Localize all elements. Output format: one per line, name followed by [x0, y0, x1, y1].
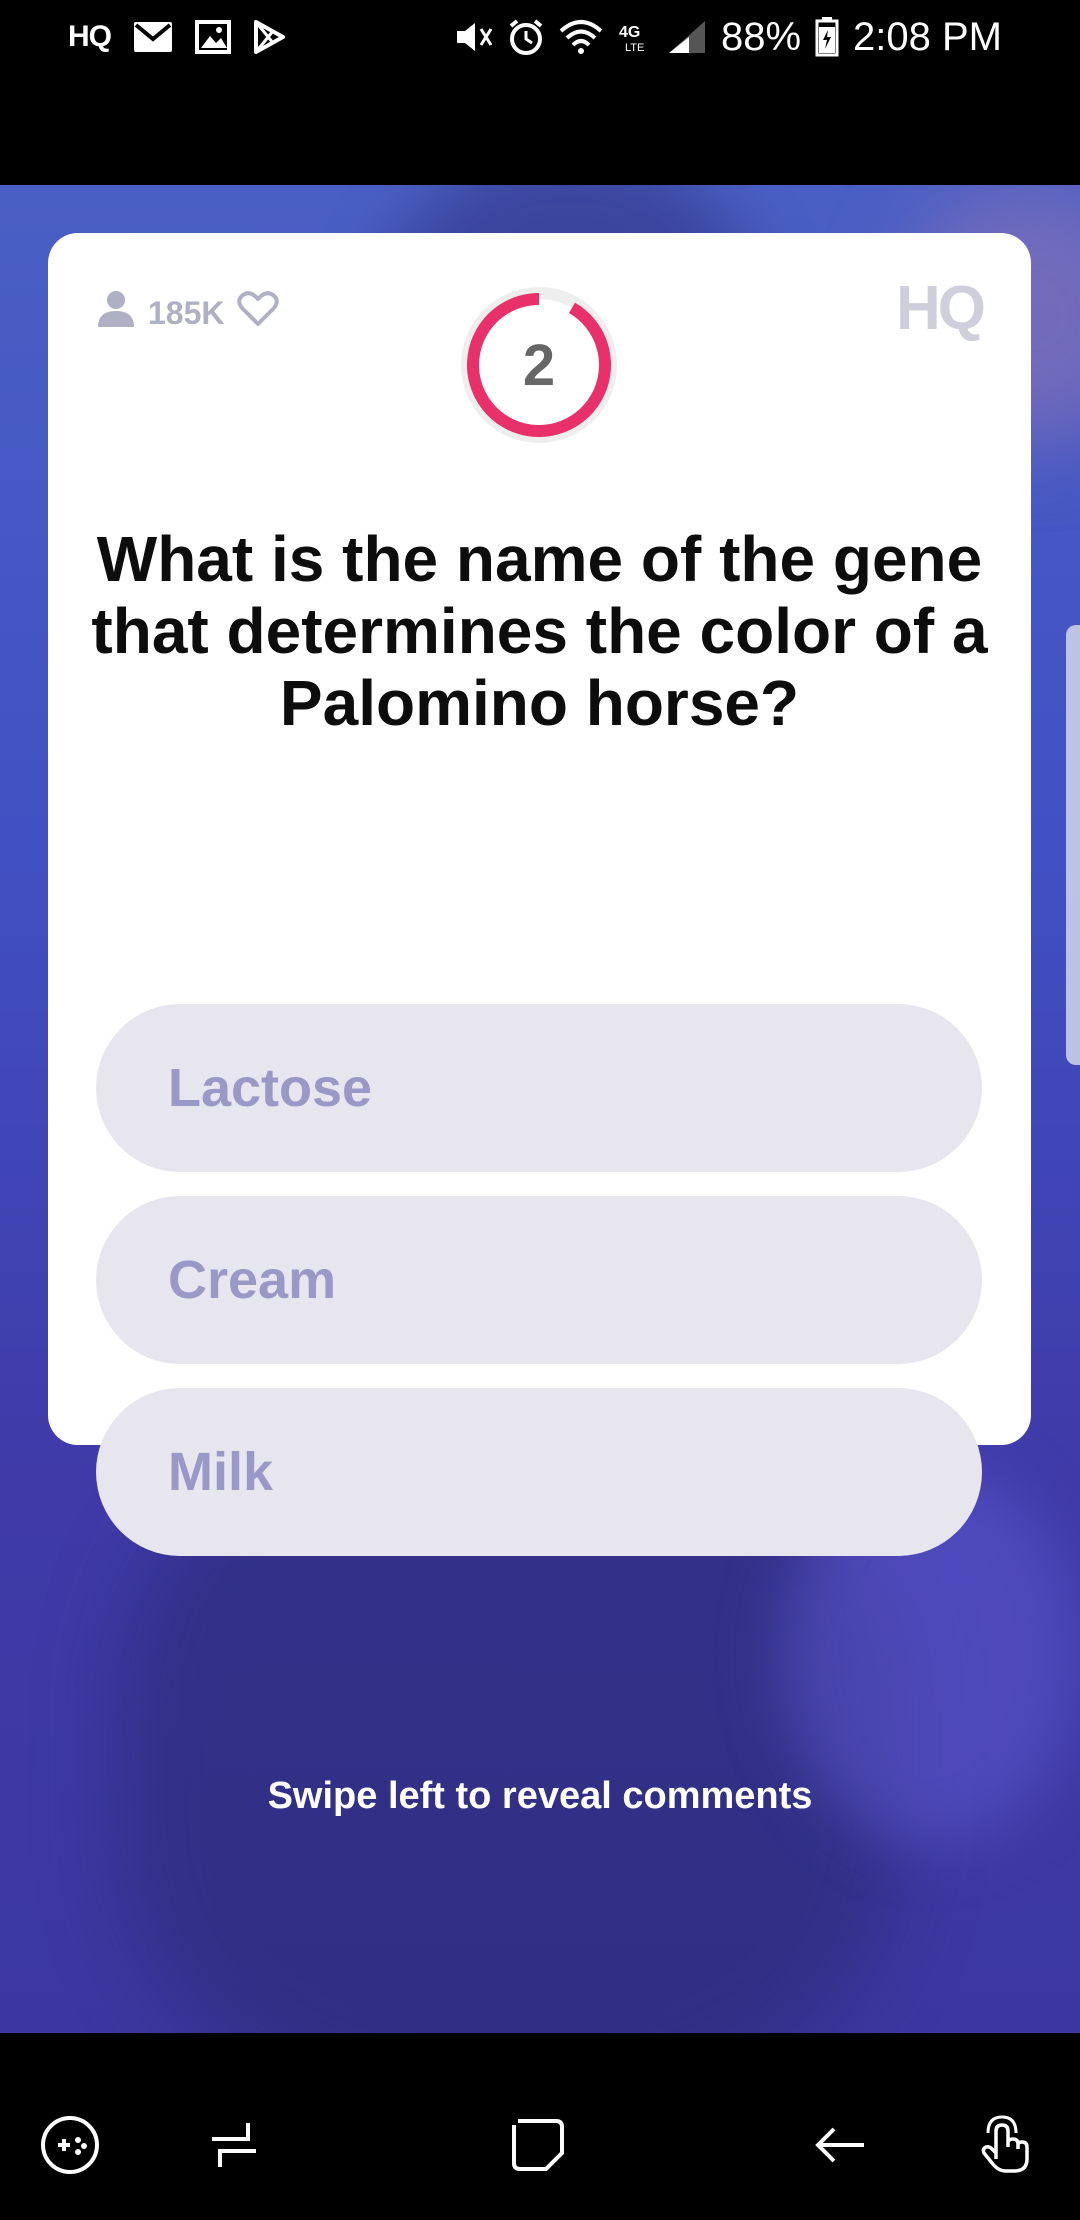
person-icon	[96, 289, 136, 337]
swipe-hint: Swipe left to reveal comments	[267, 1775, 813, 1817]
alarm-icon	[507, 18, 545, 56]
answer-option-2[interactable]: Cream	[96, 1196, 982, 1364]
network-type-icon: 4G LTE	[617, 19, 653, 55]
viewer-counter: 185K	[96, 289, 279, 337]
answer-label: Lactose	[168, 1058, 373, 1118]
question-text: What is the name of the gene that determ…	[91, 523, 988, 739]
status-bar: HQ 4G LTE 88% 2:08 PM	[0, 0, 1080, 185]
answer-option-3[interactable]: Milk	[96, 1388, 982, 1556]
wifi-icon	[559, 19, 603, 55]
heart-icon[interactable]	[236, 290, 279, 336]
game-tools-icon[interactable]	[38, 2113, 102, 2177]
mail-icon	[133, 21, 173, 53]
answer-label: Milk	[168, 1442, 274, 1502]
answer-option-1[interactable]: Lactose	[96, 1004, 982, 1172]
countdown-timer: 2	[457, 283, 621, 447]
battery-icon	[815, 17, 839, 57]
answer-label: Cream	[168, 1250, 337, 1310]
battery-percent: 88%	[720, 14, 802, 59]
hq-logo: HQ	[896, 274, 986, 343]
system-status: 4G LTE 88% 2:08 PM	[453, 14, 1002, 60]
mute-icon	[453, 19, 493, 55]
clock: 2:08 PM	[853, 14, 1002, 59]
navigation-bar	[0, 2033, 1080, 2220]
question-card: 185K 2 HQ What is the name of the gene t…	[48, 233, 1031, 1556]
viewer-count: 185K	[148, 294, 225, 331]
timer-value: 2	[522, 332, 556, 398]
notification-icons: HQ	[68, 14, 285, 60]
hq-notification-icon: HQ	[68, 20, 112, 53]
svg-text:LTE: LTE	[625, 42, 644, 54]
live-video-stage: 185K 2 HQ What is the name of the gene t…	[0, 185, 1080, 2033]
side-panel-handle[interactable]	[1066, 625, 1080, 1065]
image-icon	[195, 20, 231, 54]
svg-text:4G: 4G	[619, 24, 640, 41]
recents-icon[interactable]	[202, 2113, 266, 2177]
play-store-icon	[253, 20, 285, 54]
gesture-icon[interactable]	[972, 2113, 1036, 2177]
signal-icon	[667, 19, 707, 55]
back-icon[interactable]	[808, 2113, 872, 2177]
home-icon[interactable]	[506, 2113, 570, 2177]
